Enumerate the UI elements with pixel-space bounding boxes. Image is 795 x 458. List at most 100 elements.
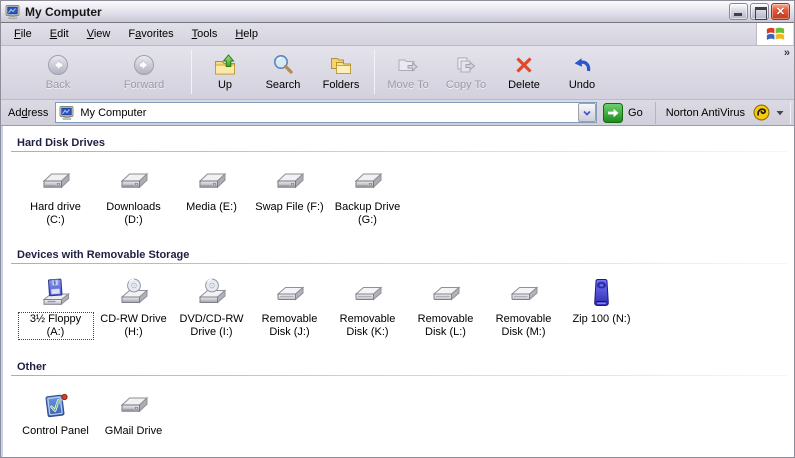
- drive-item-backup-drive-g[interactable]: Backup Drive (G:): [329, 165, 406, 228]
- address-combo[interactable]: My Computer: [55, 102, 598, 123]
- drive-item-zip-100-n[interactable]: Zip 100 (N:): [563, 277, 640, 327]
- drive-item-removable-disk-k[interactable]: Removable Disk (K:): [329, 277, 406, 340]
- cd-drive-icon: [117, 277, 150, 309]
- toolbar-buttons: Back Forward Up Search Folders Move To Copy To…: [15, 49, 611, 95]
- address-dropdown-button[interactable]: [578, 103, 597, 122]
- drive-item-dvd-cd-rw-drive-i[interactable]: DVD/CD-RW Drive (I:): [173, 277, 250, 340]
- hard-drive-icon: [117, 389, 150, 421]
- search-icon: [271, 53, 295, 77]
- hard-drive-icon: [273, 165, 306, 197]
- minimize-button[interactable]: [729, 3, 748, 20]
- go-button[interactable]: Go: [603, 103, 643, 123]
- toolbar-button-move-to: Move To: [379, 49, 437, 95]
- toolbar-overflow-chevron[interactable]: »: [784, 47, 790, 59]
- hard-drive-icon: [117, 165, 150, 197]
- items-row: Hard drive (C:) Downloads (D:) Media (E:) S…: [9, 152, 790, 244]
- menu-item-file[interactable]: File: [5, 24, 41, 44]
- section-devices-with-removable-storage: Devices with Removable Storage 3½ Floppy …: [9, 249, 790, 356]
- drive-item-label: DVD/CD-RW Drive (I:): [179, 313, 244, 338]
- forward-icon: [132, 53, 156, 77]
- toolbar-button-up[interactable]: Up: [196, 49, 254, 95]
- caret-down-icon[interactable]: [775, 109, 785, 117]
- drive-item-removable-disk-j[interactable]: Removable Disk (J:): [251, 277, 328, 340]
- go-label: Go: [628, 106, 643, 119]
- removable-disk-icon: [351, 277, 384, 309]
- my-computer-window: My Computer FileEditViewFavoritesToolsHe…: [0, 0, 795, 458]
- section-hard-disk-drives: Hard Disk Drives Hard drive (C:) Downloads…: [9, 137, 790, 244]
- drive-item-gmail-drive[interactable]: GMail Drive: [95, 389, 172, 439]
- drive-item-downloads-d[interactable]: Downloads (D:): [95, 165, 172, 228]
- removable-disk-icon: [507, 277, 540, 309]
- back-icon: [46, 53, 70, 77]
- my-computer-icon[interactable]: [5, 4, 21, 20]
- drive-item-label: Media (E:): [186, 201, 237, 213]
- toolbar-button-label: Move To: [387, 79, 429, 91]
- address-bar: Address My Computer Go Norton AntiVirus: [1, 100, 794, 126]
- toolbar: Back Forward Up Search Folders Move To Copy To…: [1, 46, 794, 100]
- cd-drive-icon: [195, 277, 228, 309]
- drive-item-control-panel[interactable]: Control Panel: [17, 389, 94, 439]
- maximize-button[interactable]: [750, 3, 769, 20]
- items-row: 3½ Floppy (A:) CD-RW Drive (H:) DVD/CD-RW …: [9, 264, 790, 356]
- drive-item-hard-drive-c[interactable]: Hard drive (C:): [17, 165, 94, 228]
- menu-item-edit[interactable]: Edit: [41, 24, 78, 44]
- section-title: Devices with Removable Storage: [17, 249, 190, 261]
- drive-item-media-e[interactable]: Media (E:): [173, 165, 250, 215]
- removable-disk-icon: [273, 277, 306, 309]
- my-computer-icon: [59, 105, 75, 121]
- chevron-down-icon: [580, 107, 594, 119]
- toolbar-button-label: Copy To: [445, 79, 487, 91]
- menu-items: File Edit View Favorites Tools Help: [5, 24, 267, 44]
- up-folder-icon: [213, 53, 237, 77]
- undo-icon: [570, 53, 594, 77]
- address-value[interactable]: My Computer: [80, 107, 578, 119]
- drive-item-3-floppy-a[interactable]: 3½ Floppy (A:): [17, 277, 94, 340]
- drive-item-label: GMail Drive: [104, 425, 163, 437]
- drive-item-swap-file-f[interactable]: Swap File (F:): [251, 165, 328, 215]
- windows-logo-box: [756, 23, 793, 45]
- toolbar-button-copy-to: Copy To: [437, 49, 495, 95]
- toolbar-button-label: Folders: [322, 79, 360, 91]
- drive-item-label: Removable Disk (J:): [261, 313, 318, 338]
- drive-item-label: Removable Disk (K:): [339, 313, 396, 338]
- drive-item-label: 3½ Floppy (A:): [17, 312, 94, 340]
- copy-to-icon: [454, 53, 478, 77]
- hard-drive-icon: [351, 165, 384, 197]
- drive-item-cd-rw-drive-h[interactable]: CD-RW Drive (H:): [95, 277, 172, 340]
- toolbar-button-search[interactable]: Search: [254, 49, 312, 95]
- folder-view: Hard Disk Drives Hard drive (C:) Downloads…: [1, 126, 794, 457]
- drive-item-label: Removable Disk (M:): [495, 313, 552, 338]
- menu-item-tools[interactable]: Tools: [183, 24, 227, 44]
- drive-item-label: Removable Disk (L:): [417, 313, 474, 338]
- hard-drive-icon: [195, 165, 228, 197]
- drive-item-label: Swap File (F:): [255, 201, 324, 213]
- windows-flag-icon: [764, 24, 787, 44]
- drive-item-removable-disk-m[interactable]: Removable Disk (M:): [485, 277, 562, 340]
- toolbar-button-label: Undo: [568, 79, 596, 91]
- menu-item-view[interactable]: View: [78, 24, 120, 44]
- section-other: Other Control Panel GMail Drive: [9, 361, 790, 455]
- window-title: My Computer: [25, 4, 102, 19]
- norton-icon: [753, 104, 770, 121]
- toolbar-button-delete[interactable]: Delete: [495, 49, 553, 95]
- drive-item-label: Control Panel: [22, 425, 89, 437]
- delete-icon: [512, 53, 536, 77]
- norton-antivirus-control[interactable]: Norton AntiVirus: [654, 101, 791, 124]
- menu-item-help[interactable]: Help: [226, 24, 267, 44]
- menu-item-favorites[interactable]: Favorites: [119, 24, 182, 44]
- drive-item-label: Backup Drive (G:): [334, 201, 401, 226]
- control-panel-icon: [39, 389, 72, 421]
- drive-item-label: CD-RW Drive (H:): [100, 313, 167, 338]
- toolbar-button-folders[interactable]: Folders: [312, 49, 370, 95]
- close-button[interactable]: [771, 3, 790, 20]
- items-row: Control Panel GMail Drive: [9, 376, 790, 455]
- folders-icon: [329, 53, 353, 77]
- section-title: Other: [17, 361, 47, 373]
- go-arrow-icon: [603, 103, 623, 123]
- floppy-drive-icon: [39, 277, 72, 309]
- drive-item-label: Zip 100 (N:): [572, 313, 631, 325]
- drive-item-removable-disk-l[interactable]: Removable Disk (L:): [407, 277, 484, 340]
- toolbar-button-undo[interactable]: Undo: [553, 49, 611, 95]
- toolbar-button-forward: Forward: [101, 49, 187, 95]
- title-bar[interactable]: My Computer: [1, 1, 794, 23]
